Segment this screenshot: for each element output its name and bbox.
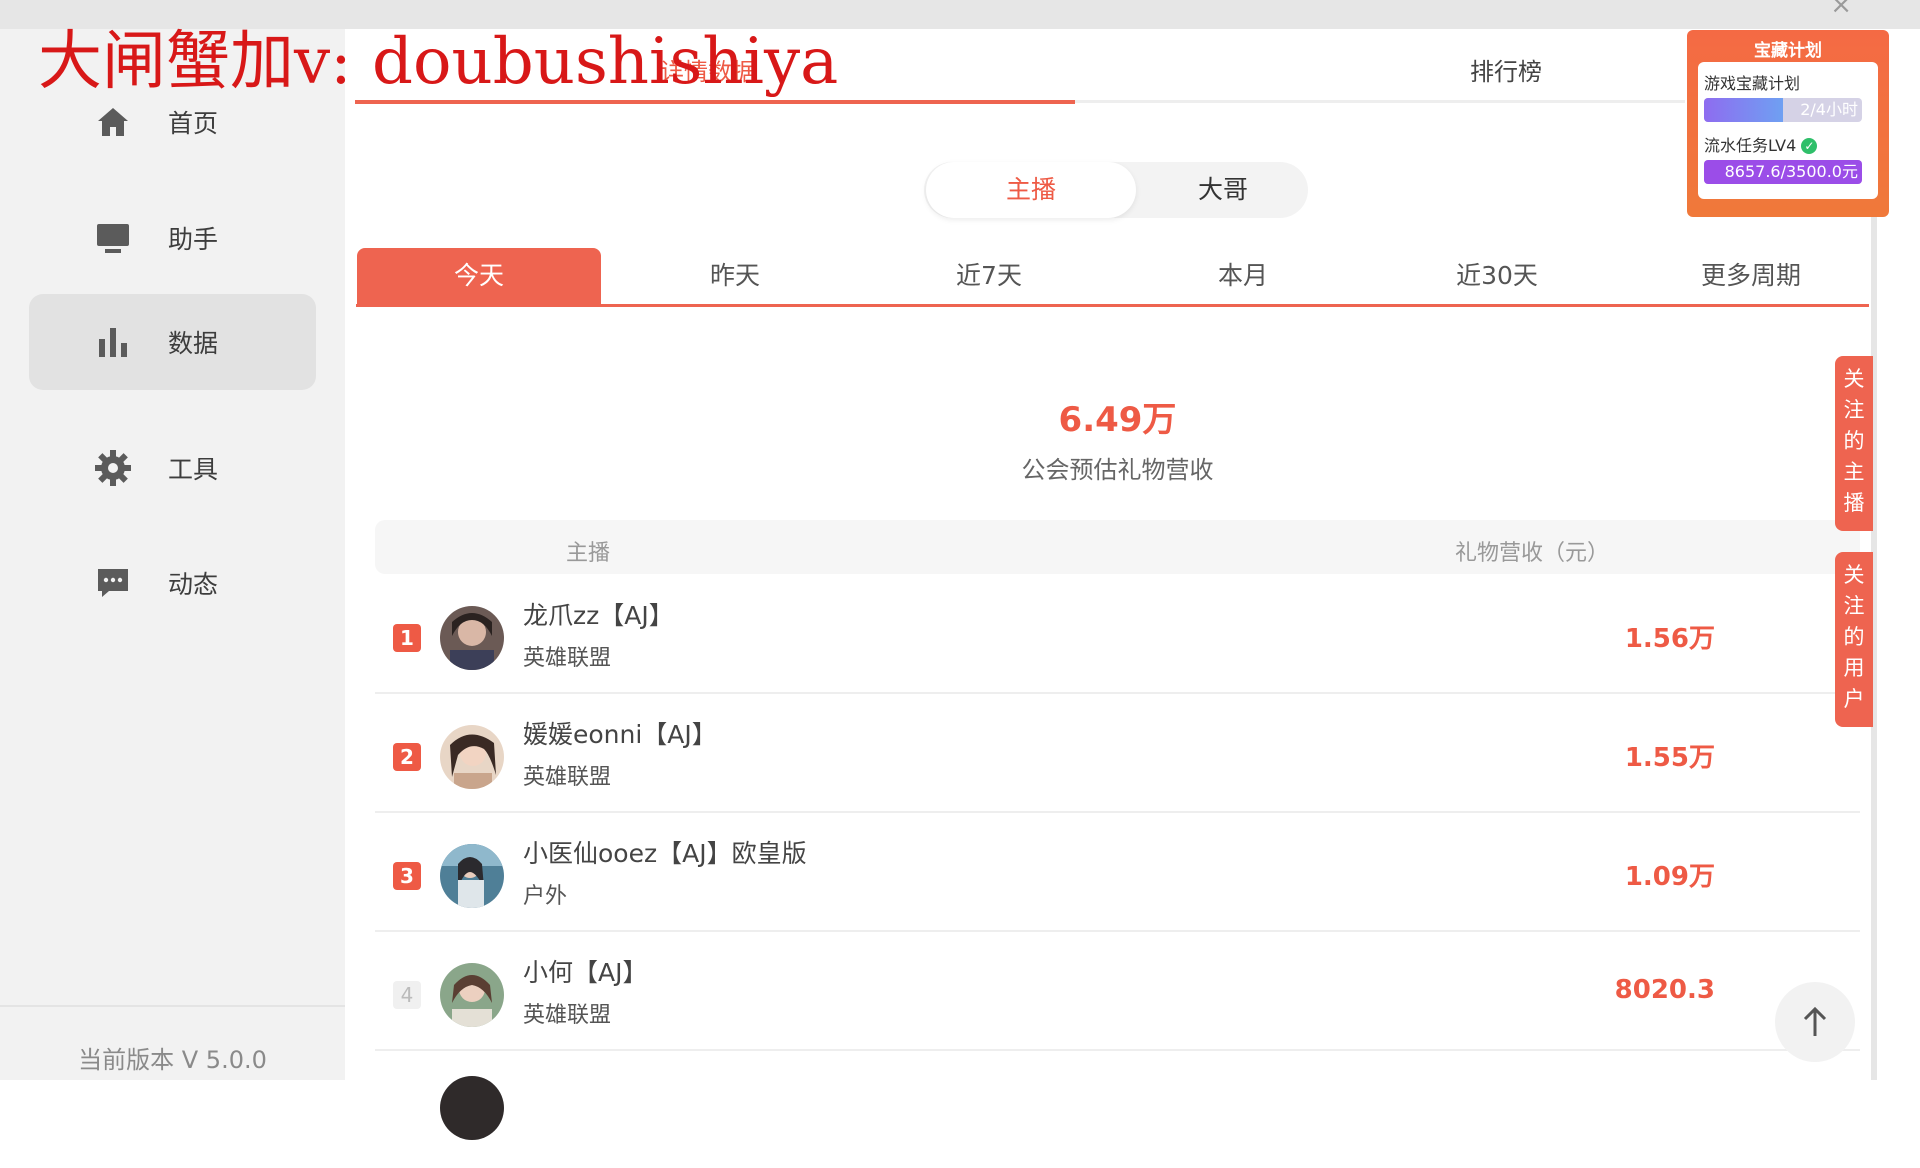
sidebar-item-label: 动态 xyxy=(168,570,219,599)
sidebar: 首页 助手 数据 工具 动态 xyxy=(0,29,345,1080)
side-button-char: 的 xyxy=(1843,625,1865,649)
sidebar-item-data[interactable]: 数据 xyxy=(29,294,316,390)
period-tabs-underline xyxy=(356,304,1869,307)
table-row[interactable] xyxy=(375,1050,1860,1168)
follow-user-button[interactable]: 关 注 的 用 户 xyxy=(1835,552,1873,727)
gift-amount: 1.56万 xyxy=(1624,624,1715,654)
sidebar-item-label: 数据 xyxy=(168,329,219,358)
avatar xyxy=(440,725,504,789)
period-tab-7days[interactable]: 近7天 xyxy=(869,248,1109,304)
watermark-text: 大闸蟹加v: doubushishiya xyxy=(38,25,839,99)
side-button-char: 户 xyxy=(1843,687,1865,711)
side-button-char: 注 xyxy=(1843,594,1865,618)
gift-amount: 1.55万 xyxy=(1624,743,1715,773)
table-row[interactable]: 2 媛媛eonni【AJ】 英雄联盟 1.55万 xyxy=(375,693,1860,813)
sidebar-item-feed[interactable]: 动态 xyxy=(29,535,316,631)
switch-patron-button[interactable]: 大哥 xyxy=(1140,162,1306,218)
rank-badge: 3 xyxy=(393,862,421,890)
streamer-category: 英雄联盟 xyxy=(523,765,612,790)
progress-text: 8657.6/3500.0元 xyxy=(1724,162,1858,181)
window-close-button[interactable]: × xyxy=(1830,0,1852,20)
period-tab-today[interactable]: 今天 xyxy=(357,248,601,304)
summary-label: 公会预估礼物营收 xyxy=(1021,456,1214,484)
streamer-name: 龙爪zz【AJ】 xyxy=(523,601,674,630)
period-tab-yesterday[interactable]: 昨天 xyxy=(615,248,855,304)
version-label: 当前版本 V 5.0.0 xyxy=(78,1046,267,1074)
period-tab-30days[interactable]: 近30天 xyxy=(1377,248,1617,304)
gift-amount: 8020.3 xyxy=(1614,975,1715,1005)
rank-badge: 2 xyxy=(393,743,421,771)
streamer-name: 小医仙ooez【AJ】欧皇版 xyxy=(523,839,807,868)
switch-streamer-button[interactable]: 主播 xyxy=(926,162,1136,218)
streamer-name: 媛媛eonni【AJ】 xyxy=(523,720,717,749)
side-button-char: 主 xyxy=(1843,460,1865,484)
column-header-streamer: 主播 xyxy=(566,541,611,566)
side-button-char: 关 xyxy=(1843,367,1865,391)
sidebar-item-label: 首页 xyxy=(168,109,219,138)
sidebar-item-label: 助手 xyxy=(168,225,219,254)
streamer-category: 英雄联盟 xyxy=(523,1003,612,1028)
home-icon xyxy=(93,102,133,142)
treasure-plan-widget[interactable]: 宝藏计划 游戏宝藏计划 2/4小时 流水任务LV4 ✓ 8657.6/3500.… xyxy=(1687,30,1889,217)
progress-fill xyxy=(1704,98,1783,122)
summary-value: 6.49万 xyxy=(1058,400,1177,440)
top-tab-active-indicator xyxy=(355,100,1075,104)
promo-item-label: 流水任务LV4 xyxy=(1704,136,1797,155)
promo-item-game-plan: 游戏宝藏计划 xyxy=(1704,74,1801,93)
promo-card: 游戏宝藏计划 2/4小时 流水任务LV4 ✓ 8657.6/3500.0元 xyxy=(1698,62,1878,199)
message-icon xyxy=(93,563,133,603)
rank-badge: 1 xyxy=(393,624,421,652)
side-button-char: 播 xyxy=(1843,491,1865,515)
side-button-char: 的 xyxy=(1843,429,1865,453)
table-row[interactable]: 1 龙爪zz【AJ】 英雄联盟 1.56万 xyxy=(375,574,1860,694)
tab-ranking[interactable]: 排行榜 xyxy=(1470,52,1542,87)
table-row[interactable]: 3 小医仙ooez【AJ】欧皇版 户外 1.09万 xyxy=(375,812,1860,932)
back-to-top-button[interactable] xyxy=(1775,982,1855,1062)
rank-badge: 4 xyxy=(393,981,421,1009)
table-row[interactable]: 4 小何【AJ】 英雄联盟 8020.3 xyxy=(375,931,1860,1051)
avatar xyxy=(440,606,504,670)
sidebar-item-assistant[interactable]: 助手 xyxy=(29,190,316,286)
arrow-up-icon xyxy=(1801,1006,1829,1042)
side-button-char: 关 xyxy=(1843,563,1865,587)
promo-title: 宝藏计划 xyxy=(1754,41,1822,61)
monitor-icon xyxy=(93,218,133,258)
side-button-char: 注 xyxy=(1843,398,1865,422)
avatar xyxy=(440,963,504,1027)
column-header-amount: 礼物营收（元） xyxy=(1455,541,1610,566)
streamer-name: 小何【AJ】 xyxy=(523,958,648,987)
bar-chart-icon xyxy=(93,322,133,362)
promo-item-flow-task: 流水任务LV4 ✓ xyxy=(1704,132,1818,156)
period-tab-more[interactable]: 更多周期 xyxy=(1631,248,1871,304)
side-button-char: 用 xyxy=(1843,656,1865,680)
avatar xyxy=(440,844,504,908)
follow-streamer-button[interactable]: 关 注 的 主 播 xyxy=(1835,356,1873,531)
check-circle-icon: ✓ xyxy=(1801,138,1818,154)
period-tab-month[interactable]: 本月 xyxy=(1123,248,1363,304)
progress-text: 2/4小时 xyxy=(1800,100,1858,119)
streamer-category: 英雄联盟 xyxy=(523,646,612,671)
avatar xyxy=(440,1076,504,1140)
gift-amount: 1.09万 xyxy=(1624,862,1715,892)
progress-bar-flow: 8657.6/3500.0元 xyxy=(1704,160,1862,184)
sidebar-divider xyxy=(0,1005,345,1007)
progress-bar-hours: 2/4小时 xyxy=(1704,98,1862,122)
streamer-category: 户外 xyxy=(523,884,568,909)
